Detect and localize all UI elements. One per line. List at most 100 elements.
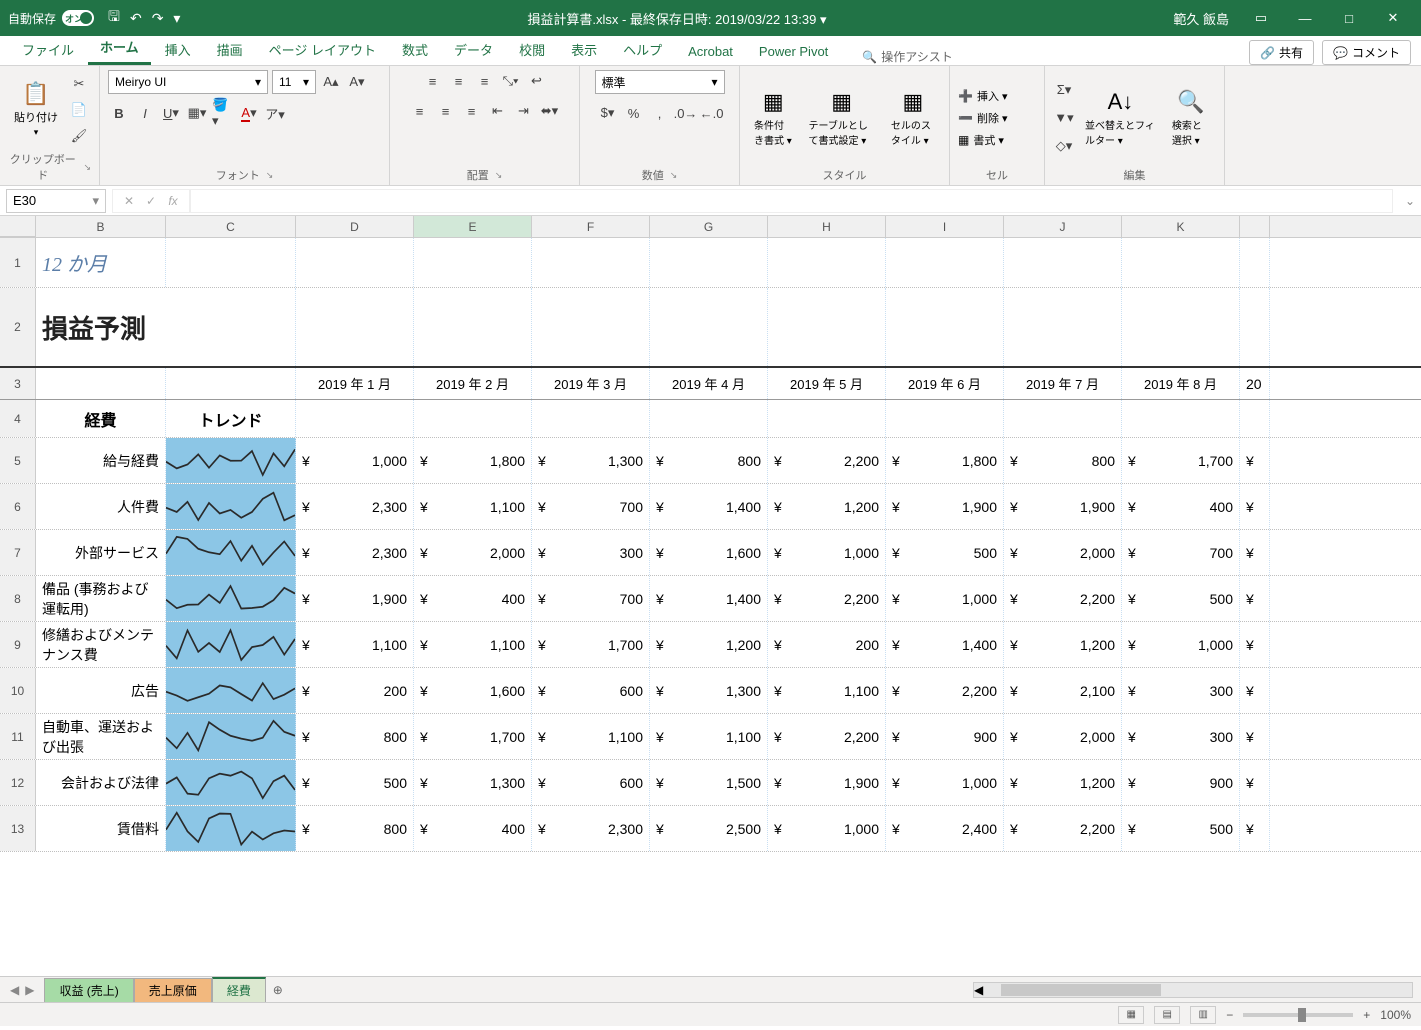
- row-header[interactable]: 5: [0, 438, 36, 483]
- expense-label-cell[interactable]: 外部サービス: [36, 530, 166, 575]
- cell[interactable]: ¥: [1240, 576, 1270, 621]
- zoom-in-icon[interactable]: +: [1363, 1008, 1370, 1022]
- sheet-tab-expenses[interactable]: 経費: [212, 977, 266, 1002]
- row-header[interactable]: 10: [0, 668, 36, 713]
- tell-me-search[interactable]: 🔍 操作アシスト: [862, 48, 952, 65]
- month-header-cell[interactable]: 2019 年 7 月: [1004, 368, 1122, 399]
- value-cell[interactable]: ¥400: [414, 806, 532, 851]
- clear-icon[interactable]: ◇▾: [1053, 135, 1075, 157]
- fx-icon[interactable]: fx: [163, 194, 183, 208]
- row-header[interactable]: 12: [0, 760, 36, 805]
- value-cell[interactable]: ¥800: [1004, 438, 1122, 483]
- col-header-k[interactable]: K: [1122, 216, 1240, 237]
- value-cell[interactable]: ¥500: [886, 530, 1004, 575]
- value-cell[interactable]: ¥1,200: [650, 622, 768, 667]
- sheet-tab-revenue[interactable]: 収益 (売上): [44, 978, 133, 1002]
- value-cell[interactable]: ¥500: [1122, 806, 1240, 851]
- qat-dropdown-icon[interactable]: ▾: [173, 10, 180, 27]
- value-cell[interactable]: ¥2,200: [768, 576, 886, 621]
- value-cell[interactable]: ¥2,000: [1004, 714, 1122, 759]
- tab-file[interactable]: ファイル: [10, 34, 86, 65]
- conditional-format-button[interactable]: ▦条件付き書式 ▾: [748, 87, 798, 149]
- value-cell[interactable]: ¥1,100: [532, 714, 650, 759]
- close-icon[interactable]: ✕: [1373, 3, 1413, 33]
- comments-button[interactable]: 💬コメント: [1322, 40, 1411, 65]
- cell[interactable]: [166, 238, 296, 287]
- find-select-button[interactable]: 🔍検索と選択 ▾: [1166, 87, 1216, 149]
- cell[interactable]: [414, 400, 532, 437]
- value-cell[interactable]: ¥2,000: [1004, 530, 1122, 575]
- value-cell[interactable]: ¥1,100: [414, 622, 532, 667]
- row-header[interactable]: 8: [0, 576, 36, 621]
- value-cell[interactable]: ¥300: [532, 530, 650, 575]
- value-cell[interactable]: ¥1,700: [1122, 438, 1240, 483]
- cell[interactable]: [1004, 288, 1122, 366]
- value-cell[interactable]: ¥1,200: [1004, 760, 1122, 805]
- cell[interactable]: [768, 288, 886, 366]
- new-sheet-button[interactable]: ⊕: [266, 983, 290, 997]
- value-cell[interactable]: ¥300: [1122, 668, 1240, 713]
- fill-color-icon[interactable]: 🪣▾: [212, 102, 234, 124]
- value-cell[interactable]: ¥1,800: [414, 438, 532, 483]
- cell[interactable]: [1004, 400, 1122, 437]
- zoom-out-icon[interactable]: −: [1226, 1008, 1233, 1022]
- tab-formulas[interactable]: 数式: [390, 34, 440, 65]
- month-header-cell[interactable]: 2019 年 5 月: [768, 368, 886, 399]
- wrap-text-icon[interactable]: ↩: [526, 70, 548, 92]
- expense-label-cell[interactable]: 賃借料: [36, 806, 166, 851]
- confirm-formula-icon[interactable]: ✓: [141, 194, 161, 208]
- share-button[interactable]: 🔗共有: [1249, 40, 1314, 65]
- month-header-cell[interactable]: 2019 年 4 月: [650, 368, 768, 399]
- value-cell[interactable]: ¥2,300: [532, 806, 650, 851]
- title-cell[interactable]: 損益予測: [36, 288, 296, 366]
- tab-review[interactable]: 校閲: [507, 34, 557, 65]
- select-all-triangle[interactable]: [0, 216, 36, 237]
- user-name[interactable]: 範久 飯島: [1173, 9, 1229, 28]
- value-cell[interactable]: ¥800: [650, 438, 768, 483]
- row-header[interactable]: 6: [0, 484, 36, 529]
- font-launcher-icon[interactable]: ↘: [266, 170, 274, 181]
- value-cell[interactable]: ¥200: [768, 622, 886, 667]
- row-header[interactable]: 3: [0, 368, 36, 399]
- sparkline-cell[interactable]: [166, 484, 296, 529]
- value-cell[interactable]: ¥2,200: [768, 438, 886, 483]
- col-header-d[interactable]: D: [296, 216, 414, 237]
- value-cell[interactable]: ¥1,400: [650, 484, 768, 529]
- increase-indent-icon[interactable]: ⇥: [513, 100, 535, 122]
- value-cell[interactable]: ¥1,000: [886, 576, 1004, 621]
- value-cell[interactable]: ¥1,100: [414, 484, 532, 529]
- sheet-nav-prev-icon[interactable]: ◀: [10, 983, 19, 997]
- alignment-launcher-icon[interactable]: ↘: [495, 170, 503, 181]
- month-header-cell[interactable]: 2019 年 6 月: [886, 368, 1004, 399]
- increase-decimal-icon[interactable]: .0→: [675, 102, 697, 124]
- value-cell[interactable]: ¥600: [532, 760, 650, 805]
- value-cell[interactable]: ¥1,400: [886, 622, 1004, 667]
- value-cell[interactable]: ¥200: [296, 668, 414, 713]
- col-header-f[interactable]: F: [532, 216, 650, 237]
- expense-label-cell[interactable]: 給与経費: [36, 438, 166, 483]
- cell[interactable]: [414, 238, 532, 287]
- value-cell[interactable]: ¥2,400: [886, 806, 1004, 851]
- phonetic-icon[interactable]: ア▾: [264, 102, 286, 124]
- decrease-indent-icon[interactable]: ⇤: [487, 100, 509, 122]
- value-cell[interactable]: ¥1,100: [296, 622, 414, 667]
- trend-header-cell[interactable]: トレンド: [166, 400, 296, 437]
- sparkline-cell[interactable]: [166, 576, 296, 621]
- row-header[interactable]: 2: [0, 288, 36, 366]
- value-cell[interactable]: ¥1,000: [296, 438, 414, 483]
- normal-view-icon[interactable]: ▦: [1118, 1006, 1144, 1024]
- merge-icon[interactable]: ⬌▾: [539, 100, 561, 122]
- cell[interactable]: [532, 288, 650, 366]
- cell[interactable]: ¥: [1240, 806, 1270, 851]
- row-header[interactable]: 11: [0, 714, 36, 759]
- value-cell[interactable]: ¥2,300: [296, 484, 414, 529]
- value-cell[interactable]: ¥1,900: [886, 484, 1004, 529]
- cell[interactable]: [768, 400, 886, 437]
- format-painter-icon[interactable]: 🖌: [68, 125, 90, 147]
- tab-help[interactable]: ヘルプ: [611, 34, 674, 65]
- sparkline-cell[interactable]: [166, 530, 296, 575]
- sparkline-cell[interactable]: [166, 714, 296, 759]
- tab-powerpivot[interactable]: Power Pivot: [747, 38, 840, 65]
- cell[interactable]: [1240, 400, 1270, 437]
- expense-header-cell[interactable]: 経費: [36, 400, 166, 437]
